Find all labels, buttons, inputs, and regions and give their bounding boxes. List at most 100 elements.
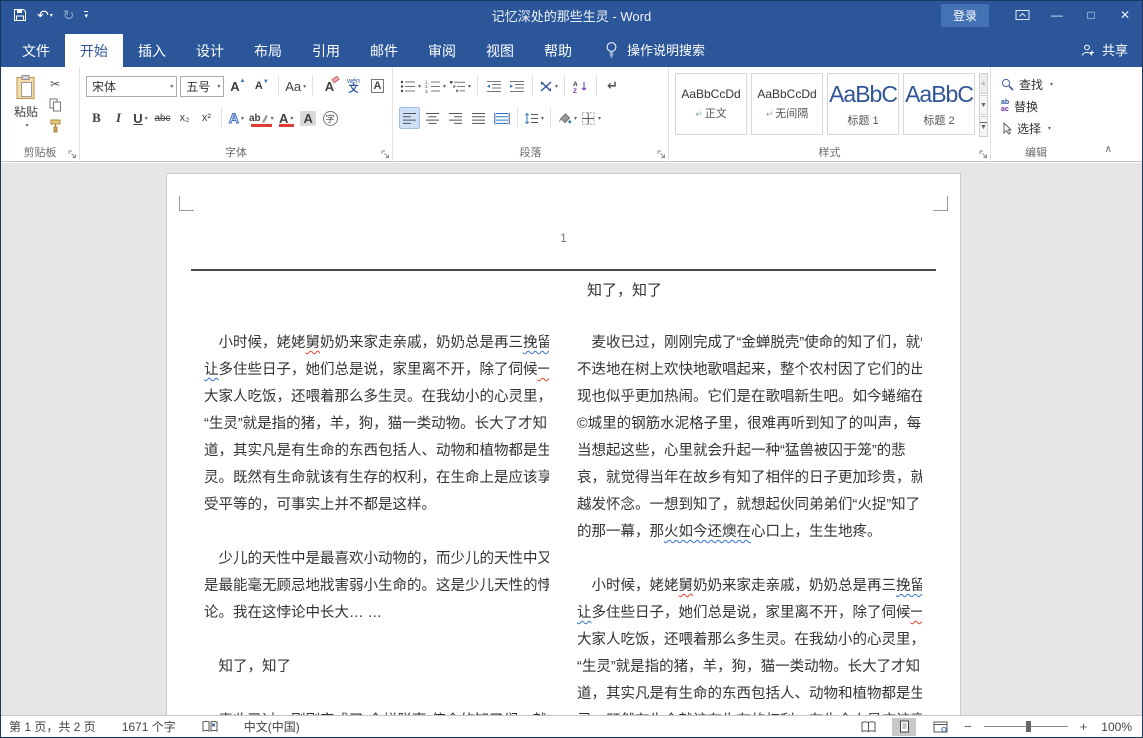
customize-qat-button[interactable]: ▾ [84, 11, 88, 20]
clipboard-dialog-launcher[interactable] [68, 150, 77, 159]
styles-more-button[interactable]: ▼ [979, 116, 988, 137]
tab-视图[interactable]: 视图 [471, 34, 529, 67]
character-border-button[interactable]: A [367, 75, 388, 97]
print-layout-button[interactable] [892, 718, 916, 736]
zoom-out-button[interactable]: − [964, 719, 972, 734]
styles-dialog-launcher[interactable] [979, 150, 988, 159]
shrink-font-button[interactable]: A▼ [251, 75, 272, 97]
doc-line: 小时候，姥姥舅奶奶来家走亲戚，奶奶总是再三挽留 [577, 573, 922, 600]
subscript-button[interactable]: x₂ [174, 107, 195, 129]
save-icon[interactable] [13, 8, 27, 22]
paragraph-dialog-launcher[interactable] [657, 150, 666, 159]
style-sample: AaBbC [905, 81, 973, 108]
format-painter-button[interactable] [45, 117, 65, 135]
tab-设计[interactable]: 设计 [181, 34, 239, 67]
tell-me-search[interactable]: 操作说明搜索 [605, 40, 705, 59]
tab-帮助[interactable]: 帮助 [529, 34, 587, 67]
cut-button[interactable]: ✂ [45, 75, 65, 93]
increase-indent-button[interactable] [506, 75, 527, 97]
borders-icon [581, 112, 596, 125]
ribbon-display-options-icon[interactable] [1015, 8, 1030, 22]
justify-button[interactable] [468, 107, 489, 129]
repeat-button[interactable]: ↻ [63, 7, 75, 24]
enclose-characters-button[interactable]: 字 [320, 107, 341, 129]
share-button[interactable]: 共享 [1081, 40, 1128, 59]
clear-formatting-button[interactable]: A [319, 75, 340, 97]
align-left-button[interactable] [399, 107, 420, 129]
maximize-button[interactable]: □ [1074, 1, 1108, 29]
superscript-button[interactable]: x² [196, 107, 217, 129]
tab-文件[interactable]: 文件 [7, 34, 65, 67]
strikethrough-button[interactable]: abc [152, 107, 173, 129]
close-button[interactable]: ✕ [1108, 1, 1142, 29]
show-hide-marks-button[interactable]: ↵ [602, 75, 623, 97]
styles-scroll-down[interactable]: ▼ [979, 95, 988, 116]
style-card-无间隔[interactable]: AaBbCcDd↵无间隔 [751, 73, 823, 135]
decrease-indent-icon [486, 80, 502, 93]
collapse-ribbon-button[interactable]: ∧ [1105, 144, 1112, 155]
replace-button[interactable]: abac 替换 [997, 95, 1077, 117]
sort-button[interactable]: AZ [570, 75, 591, 97]
title-bar: ↶▾ ↻ ▾ 记忆深处的那些生灵 - Word 登录 — □ ✕ [1, 1, 1142, 29]
zoom-slider-thumb[interactable] [1026, 721, 1031, 732]
font-color-button[interactable]: A▾ [276, 107, 297, 129]
asian-layout-button[interactable]: ▾ [538, 75, 559, 97]
tab-插入[interactable]: 插入 [123, 34, 181, 67]
align-center-button[interactable] [422, 107, 443, 129]
paste-button[interactable]: 粘贴 ▾ [7, 73, 45, 145]
select-button[interactable]: 选择▾ [997, 117, 1077, 139]
style-sample: AaBbCcDd [681, 87, 740, 101]
line-spacing-button[interactable]: ▾ [523, 107, 545, 129]
svg-text:A: A [573, 81, 578, 88]
svg-text:Z: Z [573, 88, 577, 93]
align-right-button[interactable] [445, 107, 466, 129]
minimize-button[interactable]: — [1040, 1, 1074, 29]
asian-layout-icon [539, 80, 553, 93]
align-center-icon [425, 112, 440, 125]
character-shading-button[interactable]: A [298, 107, 319, 129]
change-case-button[interactable]: Aa▾ [285, 75, 306, 97]
document-area[interactable]: 1 知了，知了 小时候，姥姥舅奶奶来家走亲戚，奶奶总是再三挽留让多住些日子，她们… [1, 163, 1142, 717]
document-page[interactable]: 1 知了，知了 小时候，姥姥舅奶奶来家走亲戚，奶奶总是再三挽留让多住些日子，她们… [166, 173, 961, 717]
sort-icon: AZ [573, 80, 588, 93]
font-family-combo[interactable]: 宋体▾ [86, 76, 177, 97]
style-card-标题 1[interactable]: AaBbC标题 1 [827, 73, 899, 135]
distribute-button[interactable] [491, 107, 512, 129]
underline-button[interactable]: U▾ [130, 107, 151, 129]
language-indicator[interactable]: 中文(中国) [244, 718, 300, 735]
highlight-color-button[interactable]: ab▾ [248, 107, 275, 129]
zoom-level[interactable]: 100% [1101, 720, 1132, 734]
tab-邮件[interactable]: 邮件 [355, 34, 413, 67]
bold-button[interactable]: B [86, 107, 107, 129]
text-effects-button[interactable]: A▾ [226, 107, 247, 129]
decrease-indent-button[interactable] [483, 75, 504, 97]
shading-button[interactable]: ▾ [556, 107, 578, 129]
read-mode-button[interactable] [856, 718, 880, 736]
tab-审阅[interactable]: 审阅 [413, 34, 471, 67]
copy-button[interactable] [45, 96, 65, 114]
sign-in-button[interactable]: 登录 [941, 4, 989, 27]
grow-font-button[interactable]: A▲ [227, 75, 248, 97]
font-dialog-launcher[interactable] [381, 150, 390, 159]
zoom-in-button[interactable]: + [1080, 719, 1088, 734]
tab-引用[interactable]: 引用 [297, 34, 355, 67]
style-card-正文[interactable]: AaBbCcDd↵正文 [675, 73, 747, 135]
style-card-标题 2[interactable]: AaBbC标题 2 [903, 73, 975, 135]
web-layout-button[interactable] [928, 718, 952, 736]
proofing-icon[interactable] [202, 720, 218, 733]
phonetic-guide-button[interactable]: wén文 [343, 75, 364, 97]
tab-布局[interactable]: 布局 [239, 34, 297, 67]
numbering-button[interactable]: 1.2.3.▾ [424, 75, 447, 97]
tab-开始[interactable]: 开始 [65, 34, 123, 67]
styles-scroll-up[interactable]: ▲ [979, 73, 988, 94]
zoom-slider[interactable] [984, 726, 1068, 727]
italic-button[interactable]: I [108, 107, 129, 129]
bullets-button[interactable]: ▾ [399, 75, 422, 97]
undo-button[interactable]: ↶▾ [37, 7, 53, 24]
page-indicator[interactable]: 第 1 页，共 2 页 [9, 718, 96, 735]
font-size-combo[interactable]: 五号▾ [180, 76, 224, 97]
word-count[interactable]: 1671 个字 [122, 718, 176, 735]
find-button[interactable]: 查找▾ [997, 73, 1077, 95]
multilevel-list-button[interactable]: ▾ [449, 75, 472, 97]
borders-button[interactable]: ▾ [580, 107, 602, 129]
